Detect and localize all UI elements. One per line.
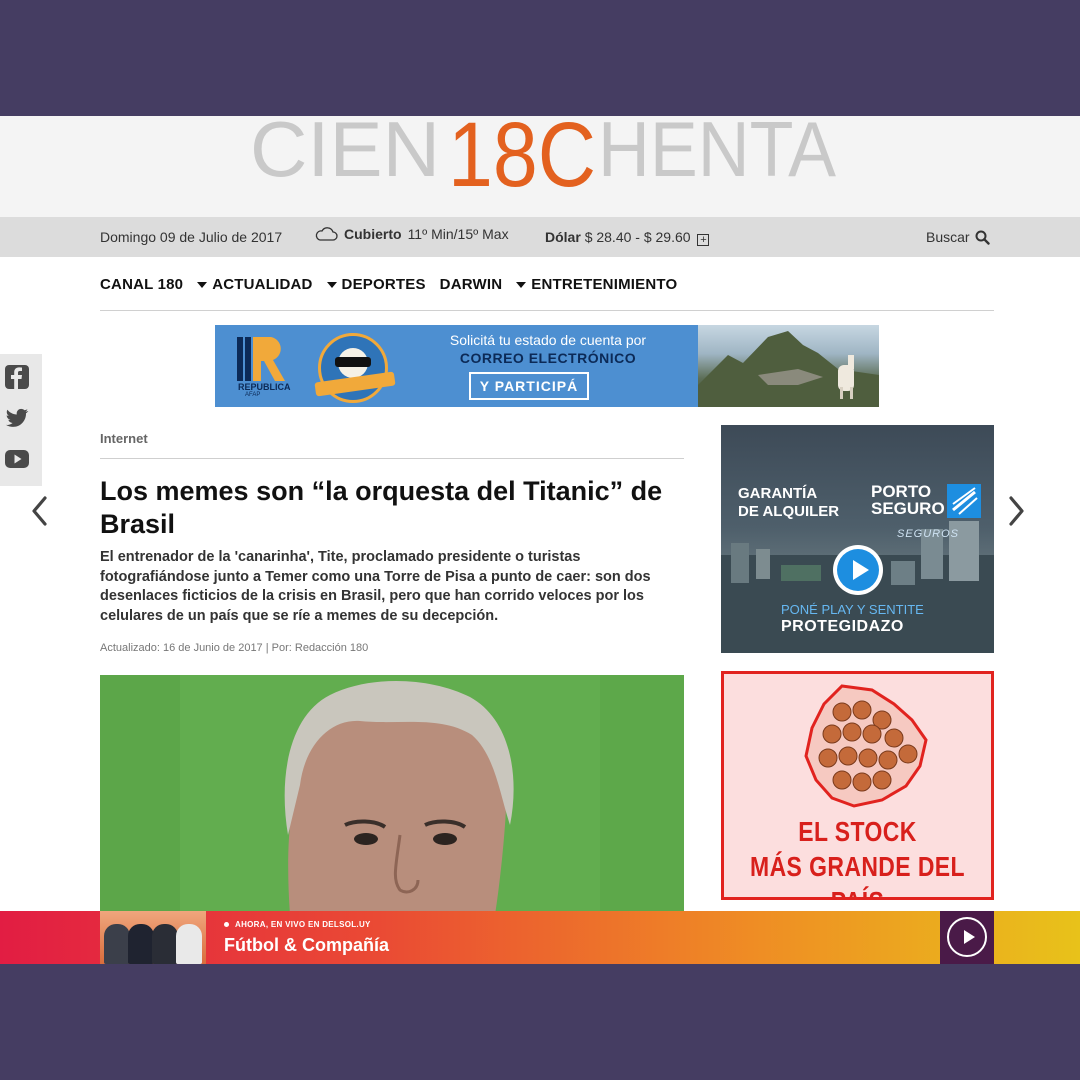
search-icon [975,230,990,245]
republica-r-icon [237,337,285,381]
nav-item-darwin[interactable]: DARWIN [440,276,503,293]
porto-seguro-logo-icon [947,484,981,518]
live-kicker-text: AHORA, EN VIVO EN DELSOL.UY [235,920,371,929]
article-meta: Actualizado: 16 de Junio de 2017 | Por: … [100,642,369,654]
dollar-widget: Dólar $ 28.40 - $ 29.60 + [545,229,710,246]
section-divider [100,458,684,459]
article-headline: Los memes son “la orquesta del Titanic” … [100,476,663,539]
play-icon [947,917,987,957]
nav-label: ACTUALIDAD [212,276,313,293]
dollar-label: Dólar [545,229,581,245]
host-figure [176,924,202,964]
stock-line-1: EL STOCK [798,816,917,847]
porto-brand: PORTO SEGURO [871,483,945,517]
portrait-illustration [100,675,684,915]
site-logo[interactable]: CIEN 18C HENTA [250,116,840,200]
gas-stock-ad[interactable]: EL STOCK MÁS GRANDE DEL PAÍS [721,671,994,900]
caret-down-icon [326,281,337,288]
weather-temp: 11º Min/15º Max [407,226,509,242]
dollar-value: $ 28.40 - $ 29.60 [584,229,691,245]
weather-label: Cubierto [344,226,402,242]
republica-logo: REPUBLICA AFAP [215,325,305,407]
page: CIEN 18C HENTA Domingo 09 de Julio de 20… [0,116,1080,964]
republica-brand: REPUBLICA [238,382,291,392]
sunglasses-icon [335,357,371,367]
live-dot-icon [224,922,229,927]
search-label: Buscar [926,229,970,245]
nav-item-entretenimiento[interactable]: ENTRETENIMIENTO [516,276,677,293]
live-program-title: Fútbol & Compañía [224,935,389,955]
search-button[interactable]: Buscar [926,229,990,245]
republica-brand-sub: AFAP [245,392,261,398]
logo-text-left: CIEN [250,116,440,193]
nav-label: CANAL 180 [100,276,184,293]
porto-title-line-2: DE ALQUILER [738,503,840,520]
nav-label: DARWIN [439,276,503,293]
current-date: Domingo 09 de Julio de 2017 [100,229,283,245]
banner-cta-button[interactable]: Y PARTICIPÁ [469,372,589,400]
article-photo-temer [100,675,684,915]
caret-down-icon [516,281,527,288]
article-lede: El entrenador de la 'canarinha', Tite, p… [100,549,651,624]
host-figure [104,924,130,964]
mountain-illustration [698,331,879,407]
main-nav: CANAL 180 ACTUALIDAD DEPORTES DARWIN ENT… [100,276,691,293]
masthead: CIEN 18C HENTA [0,116,1080,217]
nav-divider [100,310,994,311]
weather-widget: Cubierto 11º Min/15º Max [314,226,509,242]
porto-title: GARANTÍA DE ALQUILER [738,485,839,521]
porto-tagline-2: PROTEGIDAZO [781,618,904,635]
previous-article-arrow[interactable] [28,494,52,528]
video-play-button[interactable] [833,545,883,595]
host-figure [152,924,178,964]
expand-icon[interactable]: + [697,234,710,246]
play-icon [837,549,879,591]
logo-text-right: HENTA [598,116,836,193]
live-kicker: AHORA, EN VIVO EN DELSOL.UY [224,920,371,929]
nav-item-canal-180[interactable]: CANAL 180 [100,276,183,293]
machu-picchu-photo [698,325,879,407]
article-section-link[interactable]: Internet [100,431,148,446]
live-play-button[interactable] [940,911,994,964]
twitter-icon[interactable] [4,405,30,431]
nav-label: DEPORTES [341,276,426,293]
social-share-bar [0,354,42,486]
host-figure [128,924,154,964]
nav-label: ENTRETENIMIENTO [531,276,678,293]
porto-brand-line-1: PORTO [871,482,932,501]
info-bar: Domingo 09 de Julio de 2017 Cubierto 11º… [0,217,1080,257]
next-article-arrow[interactable] [1004,494,1028,528]
logo-text-mid: 18C [448,116,596,200]
banner-ad-republica[interactable]: REPUBLICA AFAP Solicitá tu estado de cue… [215,325,879,407]
hosts-photo [100,911,206,964]
stock-ad-text: EL STOCK MÁS GRANDE DEL PAÍS [748,814,967,897]
nav-item-deportes[interactable]: DEPORTES [326,276,426,293]
cloud-icon [315,227,338,241]
banner-line-2: CORREO ELECTRÓNICO [459,350,637,366]
buen-viaje-seal [314,333,396,403]
porto-seguro-ad[interactable]: GARANTÍA DE ALQUILER PORTO SEGURO SEGURO… [721,425,994,653]
youtube-icon[interactable] [4,446,30,472]
porto-title-line-1: GARANTÍA [738,485,818,502]
facebook-icon[interactable] [4,364,30,390]
caret-down-icon [197,281,208,288]
live-radio-bar[interactable]: AHORA, EN VIVO EN DELSOL.UY Fútbol & Com… [0,911,1080,964]
porto-tagline-1: PONÉ PLAY Y SENTITE [781,602,924,617]
porto-brand-sub: SEGUROS [897,528,960,540]
uruguay-map-illustration [804,684,928,808]
nav-item-actualidad[interactable]: ACTUALIDAD [197,276,312,293]
porto-brand-line-2: SEGURO [871,499,945,518]
banner-line-1: Solicitá tu estado de cuenta por [449,332,647,348]
stock-line-2: MÁS GRANDE DEL PAÍS [750,851,965,897]
